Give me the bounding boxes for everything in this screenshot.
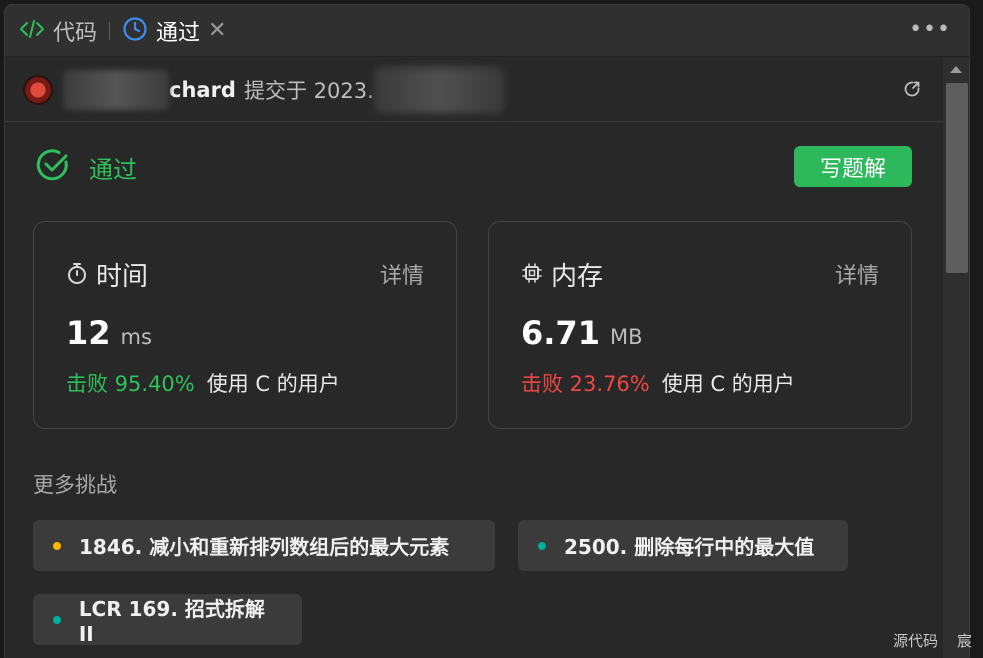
tab-code-label: 代码 [53, 20, 98, 46]
username-tail[interactable]: chard [169, 78, 236, 102]
status-label: 通过 [89, 155, 137, 184]
write-solution-button[interactable]: 写题解 [794, 146, 912, 187]
chip-icon [521, 262, 543, 288]
submitter-row: chard 提交于 2023. [5, 58, 943, 122]
tab-bar: 代码 通过 ✕ ••• [5, 5, 969, 57]
tab-passed[interactable]: 通过 ✕ [122, 5, 226, 56]
runtime-detail-link[interactable]: 详情 [380, 258, 424, 290]
tab-divider [109, 21, 111, 40]
memory-card: 内存 详情 6.71 MB 击败 23.76% 使用 C 的用户 [488, 221, 912, 429]
runtime-value: 12 ms [66, 314, 152, 352]
difficulty-dot-icon [538, 541, 546, 550]
runtime-beat-percent: 击败 95.40% [66, 372, 195, 396]
stopwatch-icon [66, 261, 88, 289]
footer-extra-text: 宸 [957, 632, 973, 650]
runtime-header: 时间 [66, 256, 148, 293]
memory-value: 6.71 MB [521, 314, 642, 352]
vertical-scrollbar[interactable] [943, 58, 969, 658]
more-challenges-title: 更多挑战 [33, 473, 117, 497]
result-status: 通过 [35, 147, 137, 187]
blurred-date [373, 66, 504, 113]
check-circle-icon [35, 147, 71, 187]
memory-beat-suffix: 使用 C 的用户 [661, 372, 795, 396]
clock-result-icon [122, 16, 148, 46]
blurred-username [63, 69, 169, 110]
source-code-label: 源代码 [893, 632, 939, 650]
submit-time-text: 提交于 2023. [243, 78, 374, 103]
tab-passed-label: 通过 [156, 20, 201, 46]
runtime-card: 时间 详情 12 ms 击败 95.40% 使用 C 的用户 [33, 221, 457, 429]
runtime-number: 12 [66, 314, 111, 352]
difficulty-dot-icon [53, 541, 61, 550]
close-tab-icon[interactable]: ✕ [208, 18, 226, 43]
scroll-up-arrow-icon[interactable] [950, 66, 962, 73]
challenge-item[interactable]: LCR 169. 招式拆解 II [33, 594, 302, 646]
code-icon [19, 18, 45, 44]
runtime-beat-suffix: 使用 C 的用户 [206, 372, 340, 396]
runtime-unit: ms [120, 325, 152, 349]
avatar[interactable] [23, 74, 53, 105]
memory-detail-link[interactable]: 详情 [835, 258, 879, 290]
memory-beat-percent: 击败 23.76% [521, 372, 650, 396]
challenge-label: 1846. 减小和重新排列数组后的最大元素 [79, 535, 450, 559]
difficulty-dot-icon [53, 615, 61, 624]
challenge-label: LCR 169. 招式拆解 II [78, 597, 265, 646]
memory-header: 内存 [521, 256, 603, 293]
challenge-item[interactable]: 1846. 减小和重新排列数组后的最大元素 [33, 520, 495, 571]
challenge-label: 2500. 删除每行中的最大值 [564, 535, 815, 559]
memory-beat: 击败 23.76% 使用 C 的用户 [521, 368, 795, 398]
more-options-icon[interactable]: ••• [909, 17, 951, 42]
challenge-item[interactable]: 2500. 删除每行中的最大值 [518, 520, 848, 571]
memory-number: 6.71 [521, 314, 600, 352]
scroll-thumb[interactable] [946, 83, 968, 273]
memory-title: 内存 [551, 262, 604, 292]
runtime-title: 时间 [96, 262, 149, 292]
tab-code[interactable]: 代码 [19, 5, 97, 56]
submission-panel: 代码 通过 ✕ ••• chard 提交于 2023. 通过 写题解 时间 详情… [4, 4, 970, 658]
runtime-beat: 击败 95.40% 使用 C 的用户 [66, 368, 340, 398]
memory-unit: MB [609, 325, 643, 349]
external-link-icon[interactable] [903, 80, 921, 102]
